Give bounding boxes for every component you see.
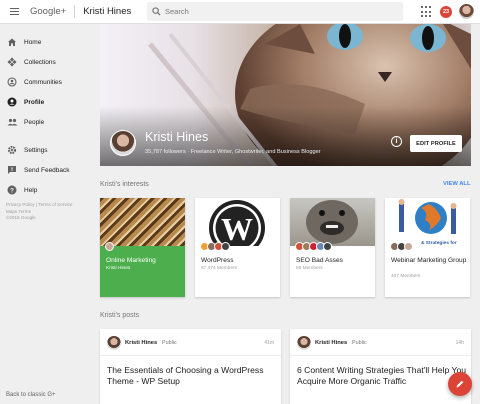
collections-icon <box>6 56 18 68</box>
sidebar-item-home[interactable]: Home <box>0 32 99 52</box>
avatar[interactable] <box>297 336 311 350</box>
card-member-avatars <box>200 242 230 251</box>
card-title: SEO Bad Asses <box>296 257 343 264</box>
page-title: Kristi Hines <box>83 6 132 17</box>
sidebar-item-people[interactable]: People <box>0 112 99 132</box>
card-title: WordPress <box>201 257 234 264</box>
post-divider <box>290 355 471 356</box>
globe-illustration <box>398 199 457 234</box>
card-image <box>385 198 470 246</box>
interest-card-webinar-marketing[interactable]: & Strategies for Webinar Marketing Group… <box>385 198 470 297</box>
pencil-icon <box>456 380 464 388</box>
footer-links: Privacy Policy | Terms of Service Maps T… <box>0 202 92 222</box>
gear-icon <box>6 144 18 156</box>
post-text[interactable]: 6 Content Writing Strategies That'll Hel… <box>297 365 467 387</box>
edit-profile-button[interactable]: EDIT PROFILE <box>410 135 462 152</box>
card-member-avatars <box>105 242 114 251</box>
post-text[interactable]: The Essentials of Choosing a WordPress T… <box>107 365 277 387</box>
feedback-icon <box>6 164 18 176</box>
card-overlay-text: & Strategies for <box>421 241 457 246</box>
info-icon[interactable]: i <box>391 136 402 147</box>
interest-card-online-marketing[interactable]: Online Marketing Kristi Hines <box>100 198 185 297</box>
card-subtitle: 67,474 Members <box>201 266 237 271</box>
sidebar-item-settings[interactable]: Settings <box>0 140 99 160</box>
card-image: W <box>195 198 280 256</box>
sidebar-item-send-feedback[interactable]: Send Feedback <box>0 160 99 180</box>
wordpress-logo-icon: W <box>209 200 265 256</box>
compose-button[interactable] <box>448 372 472 396</box>
interest-card-seo-bad-asses[interactable]: SEO Bad Asses 59 Members <box>290 198 375 297</box>
apps-grid-icon[interactable] <box>421 6 433 18</box>
card-subtitle: 59 Members <box>296 266 323 271</box>
sidebar-item-label: Help <box>24 186 38 194</box>
sidebar-item-communities[interactable]: Communities <box>0 72 99 92</box>
copyright-text: ©2015 Google <box>6 215 36 220</box>
post-author[interactable]: Kristi Hines <box>315 340 347 346</box>
card-title: Online Marketing <box>106 257 156 264</box>
card-subtitle: 407 Members <box>391 274 421 279</box>
search-input[interactable] <box>165 7 365 16</box>
profile-subtitle: 35,787 followers · Freelance Writer, Gho… <box>145 149 321 155</box>
sidebar-item-collections[interactable]: Collections <box>0 52 99 72</box>
svg-text:W: W <box>221 211 253 246</box>
avatar[interactable] <box>107 336 121 350</box>
home-icon <box>6 36 18 48</box>
sidebar-item-profile[interactable]: Profile <box>0 92 99 112</box>
post-visibility: Public <box>352 340 367 346</box>
main-content: Kristi Hines 35,787 followers · Freelanc… <box>99 24 480 404</box>
people-icon <box>6 116 18 128</box>
notifications-badge[interactable]: 23 <box>440 5 452 18</box>
help-icon: ? <box>6 184 18 196</box>
svg-text:?: ? <box>10 187 14 194</box>
profile-icon <box>6 96 18 108</box>
sidebar-item-help[interactable]: ? Help <box>0 180 99 200</box>
sidebar-item-label: Profile <box>24 98 45 106</box>
view-all-link[interactable]: VIEW ALL <box>443 181 470 187</box>
brand-divider <box>74 5 76 18</box>
cover-photo: Kristi Hines 35,787 followers · Freelanc… <box>100 24 471 166</box>
sidebar-item-label: Communities <box>24 78 62 86</box>
post-card[interactable]: Kristi Hines Public 41m The Essentials o… <box>100 329 281 404</box>
post-timestamp[interactable]: 41m <box>264 340 274 346</box>
sidebar: Home Collections Communities Profile Peo… <box>0 24 99 404</box>
back-to-classic-link[interactable]: Back to classic G+ <box>6 392 56 398</box>
terms-link[interactable]: Terms of Service <box>38 202 72 207</box>
post-card[interactable]: Kristi Hines Public 14h 6 Content Writin… <box>290 329 471 404</box>
profile-name: Kristi Hines <box>145 130 209 144</box>
interests-heading: Kristi's interests <box>100 181 149 188</box>
top-bar: Google+ Kristi Hines 23 <box>0 0 480 24</box>
card-member-avatars <box>295 242 332 251</box>
sidebar-item-label: People <box>24 118 45 126</box>
interest-card-wordpress[interactable]: W WordPress 67,474 Members <box>195 198 280 297</box>
account-avatar[interactable] <box>459 4 474 19</box>
sidebar-item-label: Send Feedback <box>24 166 70 174</box>
card-image <box>100 198 185 246</box>
search-box[interactable] <box>147 2 403 21</box>
sidebar-item-label: Collections <box>24 58 56 66</box>
privacy-link[interactable]: Privacy Policy <box>6 202 35 207</box>
sidebar-item-label: Settings <box>24 146 48 154</box>
menu-icon[interactable] <box>2 0 26 24</box>
seal-photo <box>306 200 358 244</box>
communities-icon <box>6 76 18 88</box>
posts-heading: Kristi's posts <box>100 312 140 319</box>
post-divider <box>100 355 281 356</box>
footer-separator: | <box>35 202 38 207</box>
card-subtitle: Kristi Hines <box>106 266 131 271</box>
post-author[interactable]: Kristi Hines <box>125 340 157 346</box>
maps-terms-link[interactable]: Maps Terms <box>6 209 31 214</box>
brand-logo[interactable]: Google+ <box>30 6 66 17</box>
profile-avatar[interactable] <box>110 130 136 156</box>
search-icon[interactable] <box>147 7 165 16</box>
card-member-avatars <box>390 242 413 251</box>
sidebar-item-label: Home <box>24 38 42 46</box>
card-title: Webinar Marketing Group <box>391 257 467 264</box>
post-timestamp[interactable]: 14h <box>456 340 464 346</box>
post-visibility: Public <box>162 340 177 346</box>
card-image <box>290 198 375 246</box>
